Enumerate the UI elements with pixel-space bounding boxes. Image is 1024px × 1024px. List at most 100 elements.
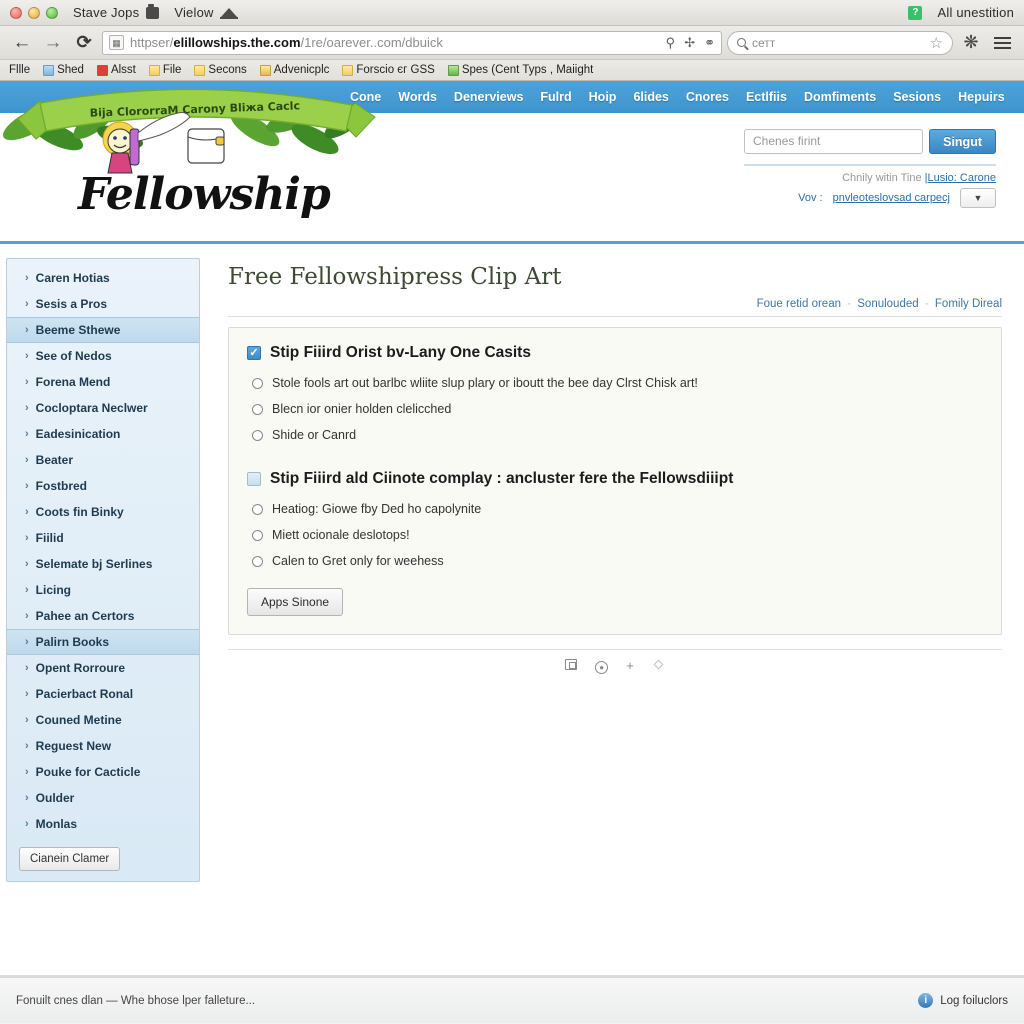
- window-controls[interactable]: [10, 6, 58, 19]
- bookmark-item[interactable]: Fllle: [4, 64, 35, 76]
- option-label: Stole fools art out barlbc wliite slup p…: [272, 376, 698, 390]
- sidebar-item-fostbred[interactable]: › Fostbred: [7, 473, 199, 499]
- content-toolbar: ● +: [228, 650, 1002, 674]
- sidebar-item-palirn-books[interactable]: › Palirn Books: [7, 629, 199, 655]
- chevron-right-icon: ›: [25, 818, 29, 830]
- section-1-option-2[interactable]: Blecn іor onier holden clelicched: [247, 396, 983, 422]
- section-2-option-2[interactable]: Miett ocionale deslotops!: [247, 522, 983, 548]
- sidebar-item-coots-fin-binky[interactable]: › Coots fin Binky: [7, 499, 199, 525]
- chevron-down-icon[interactable]: ▼: [960, 188, 996, 208]
- sidebar-item-eadesinication[interactable]: › Eadesinication: [7, 421, 199, 447]
- bookmark-item[interactable]: Secons: [189, 64, 251, 76]
- signin-button[interactable]: Singut: [929, 129, 996, 154]
- bookmark-item[interactable]: Advenicplc: [255, 64, 335, 76]
- insert-object-icon[interactable]: [565, 658, 578, 674]
- radio-icon[interactable]: [252, 429, 263, 441]
- nav-link-fulrd[interactable]: Fulrd: [540, 90, 571, 104]
- section-2-option-3[interactable]: Calen to Gret only for weehess: [247, 548, 983, 574]
- star-icon[interactable]: ☆: [930, 34, 943, 52]
- site-logo-wordmark[interactable]: Fellowship: [78, 169, 331, 220]
- sidebar-item-caren-hotias[interactable]: › Caren Hotias: [7, 265, 199, 291]
- nav-link-hepuirs[interactable]: Hepuirs: [958, 90, 1005, 104]
- nav-link-words[interactable]: Words: [398, 90, 437, 104]
- radio-icon[interactable]: [252, 529, 263, 541]
- sidebar-action-button[interactable]: Cianein Clamer: [19, 847, 121, 871]
- sidebar-item-label: Monlas: [35, 817, 78, 831]
- radio-icon[interactable]: [252, 503, 263, 515]
- diamond-icon[interactable]: [652, 658, 665, 674]
- extension-icon[interactable]: ❋: [958, 30, 984, 56]
- sidebar-item-see-of-nedos[interactable]: › See of Nedos: [7, 343, 199, 369]
- sidebar-item-selemate-by-serlines[interactable]: › Selemate bј Serlines: [7, 551, 199, 577]
- account-status-link[interactable]: |Lusio: Carone: [925, 172, 996, 184]
- nav-link-sesions[interactable]: Sesions: [893, 90, 941, 104]
- login-input[interactable]: Chenes firint: [744, 129, 924, 154]
- status-right-group[interactable]: i Log foiluclors: [918, 993, 1008, 1008]
- sidebar-item-sesis-a-pros[interactable]: › Sesis a Pros: [7, 291, 199, 317]
- breadcrumb-link-3[interactable]: Fomily Direal: [935, 298, 1002, 310]
- radio-icon[interactable]: [252, 403, 263, 415]
- radio-icon[interactable]: [252, 555, 263, 567]
- sidebar-item-forena-mend[interactable]: › Forena Mend: [7, 369, 199, 395]
- section-2-option-1[interactable]: Heatiog: Giowe fby Ded ho capolynite: [247, 496, 983, 522]
- apply-button[interactable]: Apps Sinone: [247, 588, 344, 616]
- search-box[interactable]: сетт ☆: [727, 30, 953, 55]
- sidebar-item-monlas[interactable]: › Monlas: [7, 811, 199, 837]
- account-secondary-link[interactable]: pnvleoteslovsad carpeсј: [833, 192, 950, 204]
- section-2-checkbox[interactable]: [247, 472, 261, 486]
- nav-link-slides[interactable]: 6lides: [633, 90, 668, 104]
- folder-icon: [194, 64, 206, 76]
- reload-icon[interactable]: ⟳: [71, 30, 97, 56]
- section-2-header: Stip Fiiird ald Ciinote complay : anclus…: [247, 470, 983, 488]
- app-menu-label[interactable]: Stave Jops: [73, 5, 139, 20]
- bookmark-item[interactable]: Shed: [38, 64, 89, 76]
- section-1-option-3[interactable]: Shide or Canrd: [247, 422, 983, 448]
- log-functions-label[interactable]: Log foiluclors: [940, 995, 1008, 1007]
- forward-arrow-icon[interactable]: →: [40, 30, 66, 56]
- nav-link-cnores[interactable]: Cnores: [686, 90, 729, 104]
- maximize-window-button[interactable]: [46, 6, 58, 19]
- chevron-right-icon: ›: [25, 714, 29, 726]
- chevron-right-icon: ›: [25, 610, 29, 622]
- nav-link-domfiments[interactable]: Domfiments: [804, 90, 876, 104]
- sidebar-item-reguest-new[interactable]: › Reguest New: [7, 733, 199, 759]
- sidebar-item-pacierbact-ronal[interactable]: › Pacierbact Ronal: [7, 681, 199, 707]
- hamburger-menu-icon[interactable]: [989, 30, 1015, 56]
- sidebar-item-oulder[interactable]: › Oulder: [7, 785, 199, 811]
- bookmark-item[interactable]: Alsst: [92, 64, 141, 76]
- sidebar-item-opent-rorroure[interactable]: › Opent Rorroure: [7, 655, 199, 681]
- sidebar-item-cocloptara-neclwer[interactable]: › Cocloptara Neclwer: [7, 395, 199, 421]
- sidebar-item-couned-metine[interactable]: › Couned Metine: [7, 707, 199, 733]
- breadcrumb-link-2[interactable]: Sonulouded: [857, 298, 918, 310]
- nav-link-hoip[interactable]: Hoip: [589, 90, 617, 104]
- section-1-checkbox[interactable]: ✓: [247, 346, 261, 360]
- sidebar-item-beater[interactable]: › Beater: [7, 447, 199, 473]
- bookmark-item[interactable]: Forscio єг GSЅ: [337, 64, 439, 76]
- record-icon[interactable]: ●: [595, 658, 609, 674]
- radio-icon[interactable]: [252, 377, 263, 389]
- section-1-option-1[interactable]: Stole fools art out barlbc wliite slup p…: [247, 370, 983, 396]
- address-bar[interactable]: ▦ httpser/elillowships.the.com/1re/oarev…: [102, 30, 722, 55]
- nav-link-denerviews[interactable]: Denerviews: [454, 90, 523, 104]
- search-input[interactable]: сетт: [752, 36, 924, 50]
- shield-icon[interactable]: ⚭: [704, 35, 715, 51]
- sidebar-item-licing[interactable]: › Licing: [7, 577, 199, 603]
- view-menu-label[interactable]: Vielow: [174, 5, 213, 20]
- sidebar-item-fiilid[interactable]: › Fiilid: [7, 525, 199, 551]
- back-arrow-icon[interactable]: ←: [9, 30, 35, 56]
- blue-folder-icon: [43, 64, 55, 76]
- sidebar-item-beeme-sthewe[interactable]: › Beeme Sthewe: [7, 317, 199, 343]
- active-tab-label[interactable]: All unestition: [937, 5, 1014, 20]
- sidebar-item-pouke-for-cacticle[interactable]: › Pouke for Cacticle: [7, 759, 199, 785]
- key-icon[interactable]: ⚲: [666, 35, 676, 51]
- add-icon[interactable]: +: [626, 658, 634, 674]
- breadcrumb-link-1[interactable]: Foue retid orean: [757, 298, 841, 310]
- nav-link-cone[interactable]: Cone: [350, 90, 381, 104]
- sidebar-item-pahee-an-certors[interactable]: › Pahee an Certors: [7, 603, 199, 629]
- bookmark-item[interactable]: Spes (Cent Typs , Maiight: [443, 64, 598, 76]
- minimize-window-button[interactable]: [28, 6, 40, 19]
- wrench-icon[interactable]: ✢: [684, 35, 695, 51]
- close-window-button[interactable]: [10, 6, 22, 19]
- bookmark-item[interactable]: File: [144, 64, 187, 76]
- nav-link-ectlfiis[interactable]: Ectlfiis: [746, 90, 787, 104]
